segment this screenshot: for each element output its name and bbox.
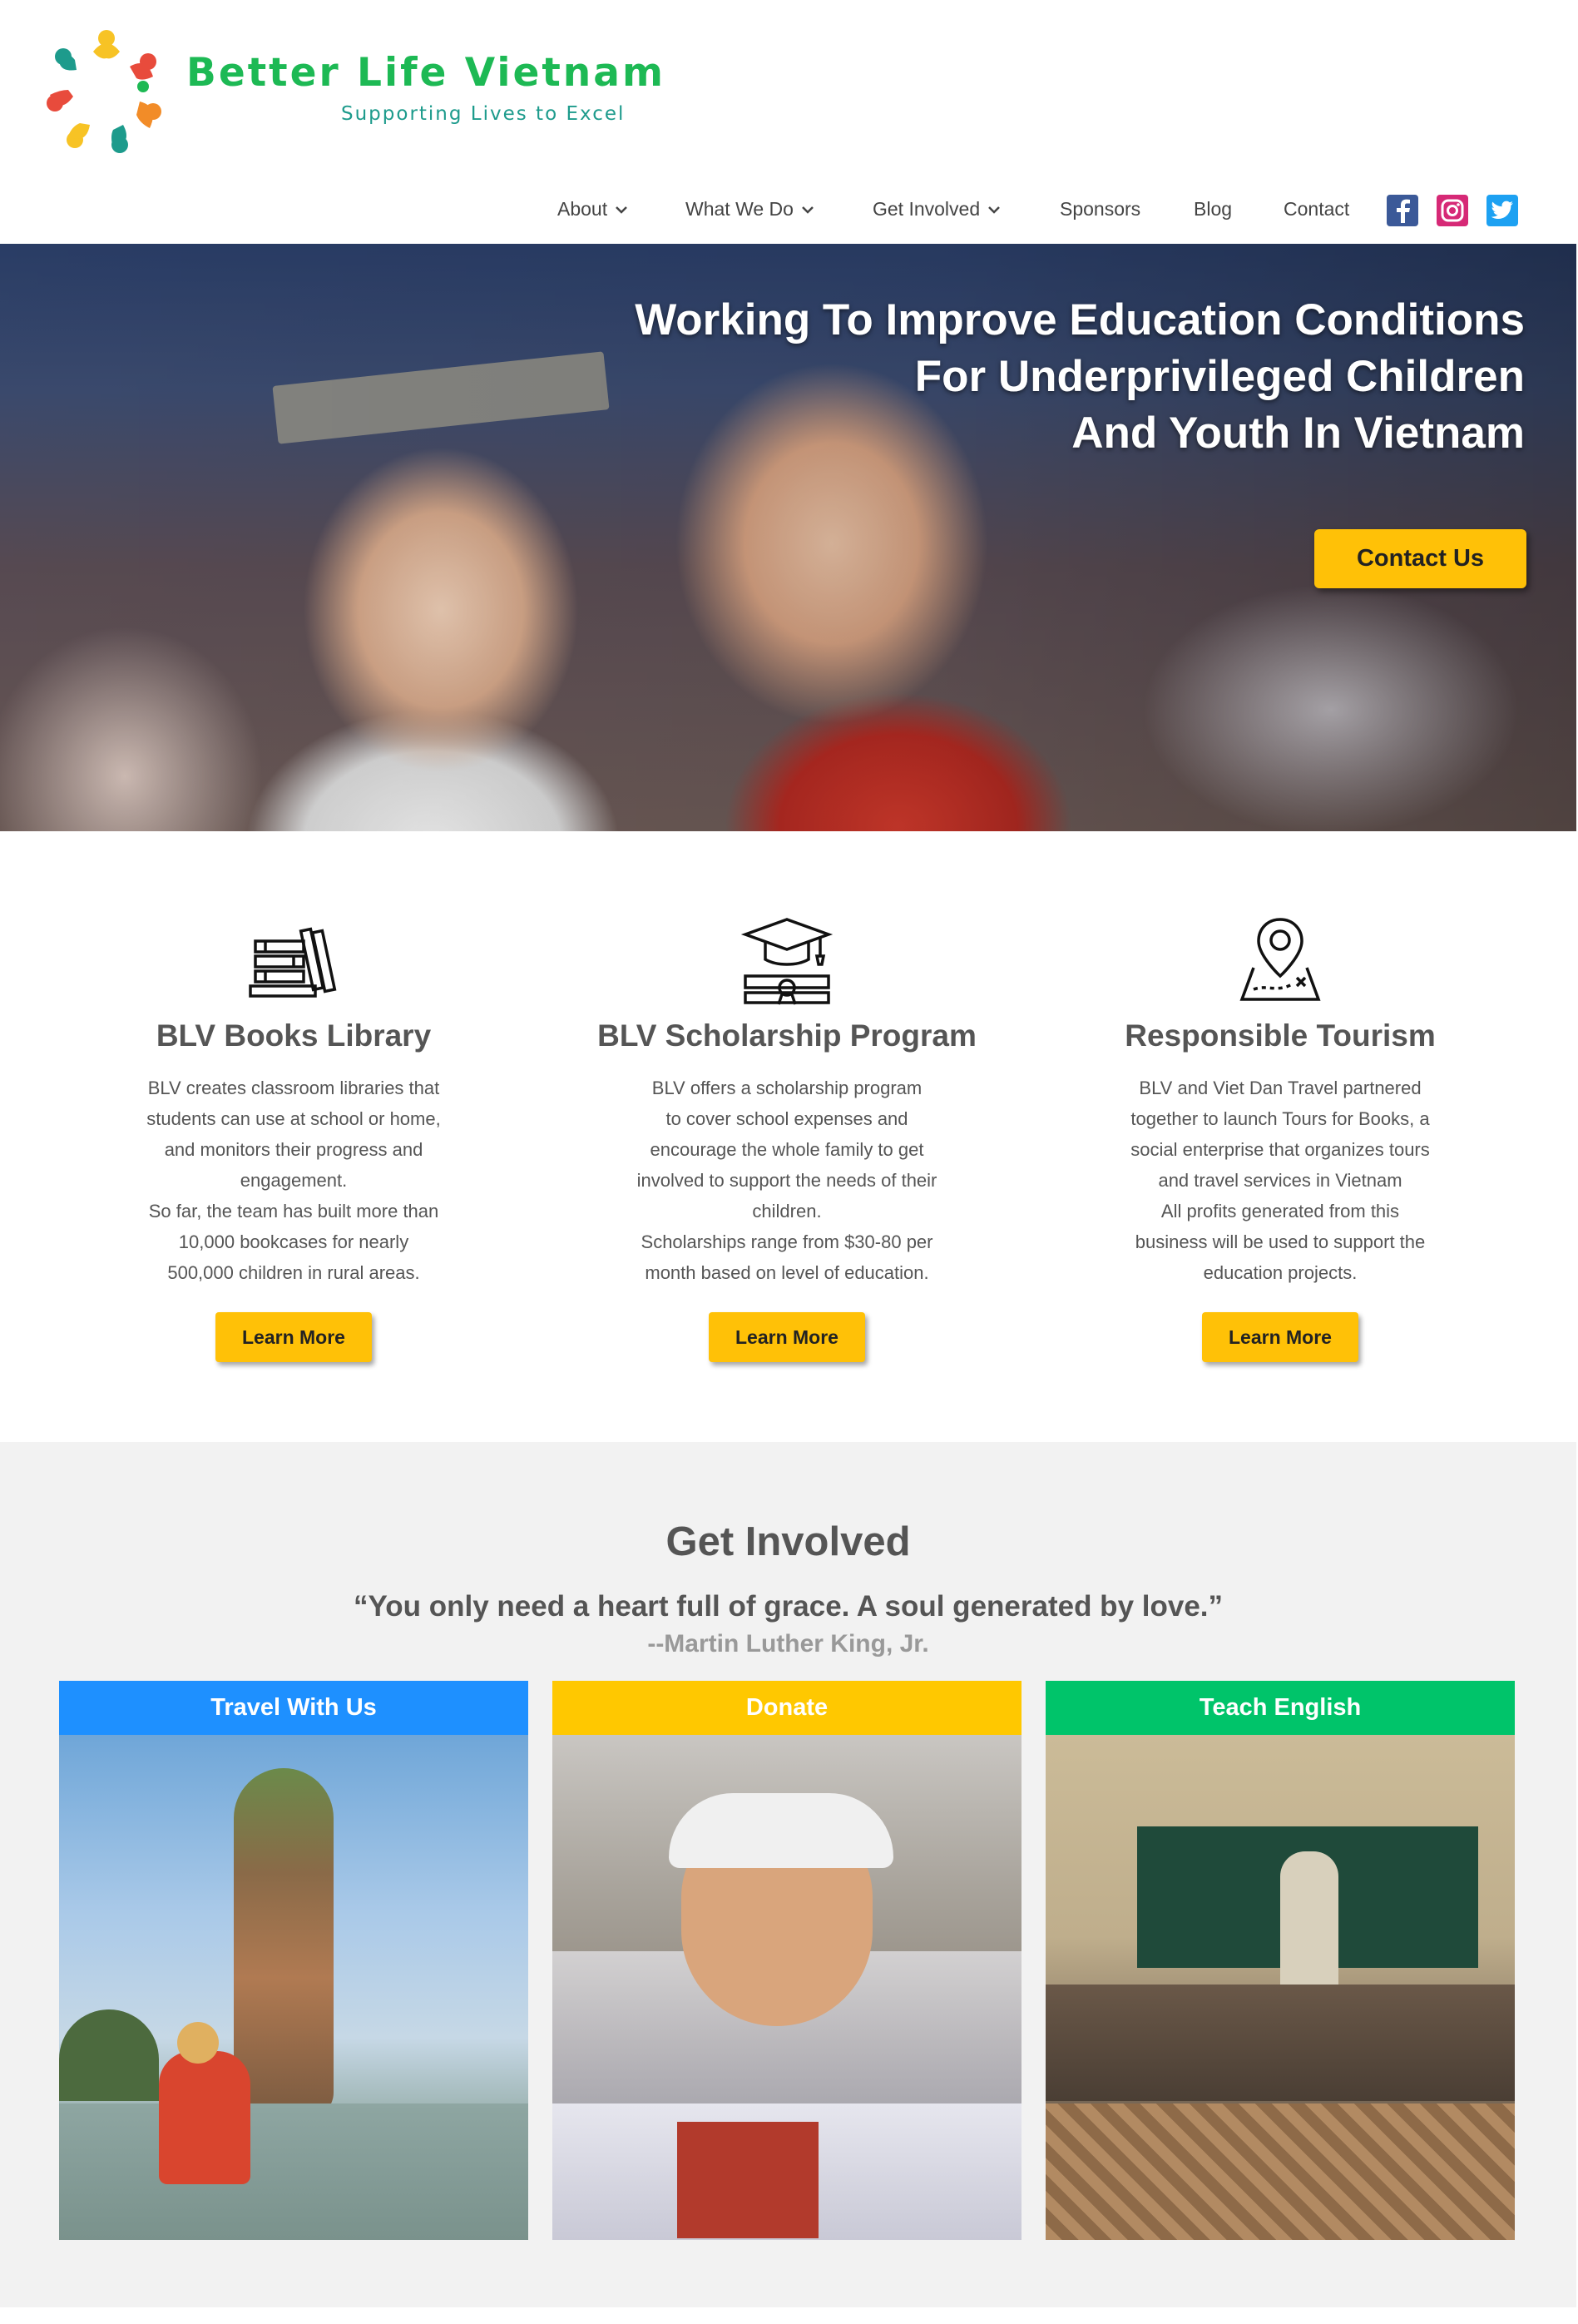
learn-more-button[interactable]: Learn More — [709, 1312, 865, 1362]
hiker-head — [177, 2022, 219, 2064]
feature-text-line: 10,000 bookcases for nearly — [178, 1231, 409, 1252]
twitter-icon[interactable] — [1486, 195, 1518, 226]
feature-text-line: and monitors their progress and — [164, 1139, 423, 1160]
feature-text-line: month based on level of education. — [645, 1262, 929, 1283]
feature-text-line: to cover school expenses and — [665, 1108, 908, 1129]
limestone-rock — [234, 1768, 334, 2118]
feature-text-line: All profits generated from this — [1160, 1201, 1400, 1221]
feature-text-line: 500,000 children in rural areas. — [167, 1262, 420, 1283]
feature-title: BLV Scholarship Program — [597, 1018, 977, 1053]
water-strip — [59, 2103, 528, 2240]
graduation-cap-icon — [740, 918, 834, 1005]
card-travel-with-us[interactable]: Travel With Us — [59, 1681, 528, 2240]
card-header[interactable]: Donate — [552, 1681, 1021, 1735]
chevron-down-icon — [616, 206, 627, 214]
desks — [1046, 1985, 1515, 2101]
map-pin-icon — [1239, 918, 1321, 1001]
hero-title-line: For Underprivileged Children — [914, 352, 1525, 401]
quote-author: --Martin Luther King, Jr. — [647, 1630, 929, 1658]
nav-about-label: About — [557, 198, 608, 220]
brand-tagline: Supporting Lives to Excel — [341, 103, 626, 125]
facebook-glyph-icon — [1397, 199, 1410, 223]
nav-blog[interactable]: Blog — [1194, 198, 1232, 221]
feature-text-line: social enterprise that organizes tours — [1130, 1139, 1430, 1160]
hero-title-line: And Youth In Vietnam — [1071, 409, 1525, 458]
feature-text-line: involved to support the needs of their — [636, 1170, 937, 1191]
island — [59, 2009, 159, 2101]
hero-title-line: Working To Improve Education Conditions — [635, 295, 1525, 344]
feature-text-line: education projects. — [1203, 1262, 1358, 1283]
feature-text-line: BLV offers a scholarship program — [651, 1078, 923, 1098]
nav-what-we-do-label: What We Do — [685, 198, 794, 220]
section-title: Get Involved — [665, 1519, 911, 1564]
teach-photo[interactable] — [1046, 1735, 1515, 2240]
logo-icon[interactable] — [43, 27, 170, 156]
feature-title: BLV Books Library — [156, 1018, 432, 1053]
learn-more-button[interactable]: Learn More — [1202, 1312, 1358, 1362]
hero-title: Working To Improve Education Conditions … — [610, 292, 1525, 462]
feature-title: Responsible Tourism — [1125, 1018, 1436, 1053]
page: Better Life Vietnam Supporting Lives to … — [0, 0, 1578, 2324]
hero-banner: Working To Improve Education Conditions … — [0, 244, 1576, 831]
feature-description: BLV offers a scholarship program to cove… — [612, 1073, 962, 1288]
nav-about[interactable]: About — [557, 198, 627, 221]
feature-text-line: engagement. — [240, 1170, 348, 1191]
chevron-down-icon — [802, 206, 814, 214]
instagram-glyph-icon — [1441, 199, 1464, 222]
feature-text-line: Scholarships range from $30-80 per — [641, 1231, 933, 1252]
nav-blog-label: Blog — [1194, 198, 1233, 220]
get-involved-section: Get Involved “You only need a heart full… — [0, 1442, 1576, 2307]
programs-section: BLV Books Library BLV creates classroom … — [0, 831, 1576, 1442]
boy-cap — [669, 1793, 893, 1868]
feature-text-line: students can use at school or home, — [146, 1108, 441, 1129]
facebook-icon[interactable] — [1387, 195, 1418, 226]
feature-text-line: children. — [752, 1201, 822, 1221]
nav-sponsors[interactable]: Sponsors — [1060, 198, 1140, 221]
twitter-glyph-icon — [1491, 201, 1513, 219]
feature-description: BLV creates classroom libraries that stu… — [119, 1073, 468, 1288]
card-donate[interactable]: Donate — [552, 1681, 1021, 2240]
quote-text: “You only need a heart full of grace. A … — [353, 1590, 1224, 1623]
nav-get-involved[interactable]: Get Involved — [873, 198, 1001, 221]
nav-what-we-do[interactable]: What We Do — [685, 198, 814, 221]
chevron-down-icon — [988, 206, 1001, 214]
feature-text-line: together to launch Tours for Books, a — [1130, 1108, 1430, 1129]
feature-text-line: encourage the whole family to get — [650, 1139, 924, 1160]
site-header: Better Life Vietnam Supporting Lives to … — [0, 0, 1578, 244]
feature-description: BLV and Viet Dan Travel partnered togeth… — [1106, 1073, 1455, 1288]
nav-contact-label: Contact — [1284, 198, 1350, 220]
feature-text-line: So far, the team has built more than — [148, 1201, 439, 1221]
donate-photo[interactable] — [552, 1735, 1021, 2240]
floor-strip — [1046, 2103, 1515, 2240]
contact-us-button[interactable]: Contact Us — [1314, 529, 1526, 588]
feature-text-line: business will be used to support the — [1135, 1231, 1426, 1252]
nav-contact[interactable]: Contact — [1284, 198, 1349, 221]
card-header[interactable]: Teach English — [1046, 1681, 1515, 1735]
book — [677, 2122, 819, 2238]
books-icon — [249, 927, 337, 998]
feature-text-line: and travel services in Vietnam — [1158, 1170, 1402, 1191]
brand-name[interactable]: Better Life Vietnam — [186, 50, 665, 96]
nav-sponsors-label: Sponsors — [1060, 198, 1141, 220]
feature-text-line: BLV creates classroom libraries that — [147, 1078, 440, 1098]
card-header[interactable]: Travel With Us — [59, 1681, 528, 1735]
card-teach-english[interactable]: Teach English — [1046, 1681, 1515, 2240]
feature-text-line: BLV and Viet Dan Travel partnered — [1139, 1078, 1422, 1098]
travel-photo[interactable] — [59, 1735, 528, 2240]
learn-more-button[interactable]: Learn More — [215, 1312, 372, 1362]
instagram-icon[interactable] — [1437, 195, 1468, 226]
nav-get-involved-label: Get Involved — [873, 198, 981, 220]
main-nav: About What We Do Get Involved Sponsors B… — [0, 198, 1578, 231]
hiker-backpack — [159, 2051, 250, 2184]
